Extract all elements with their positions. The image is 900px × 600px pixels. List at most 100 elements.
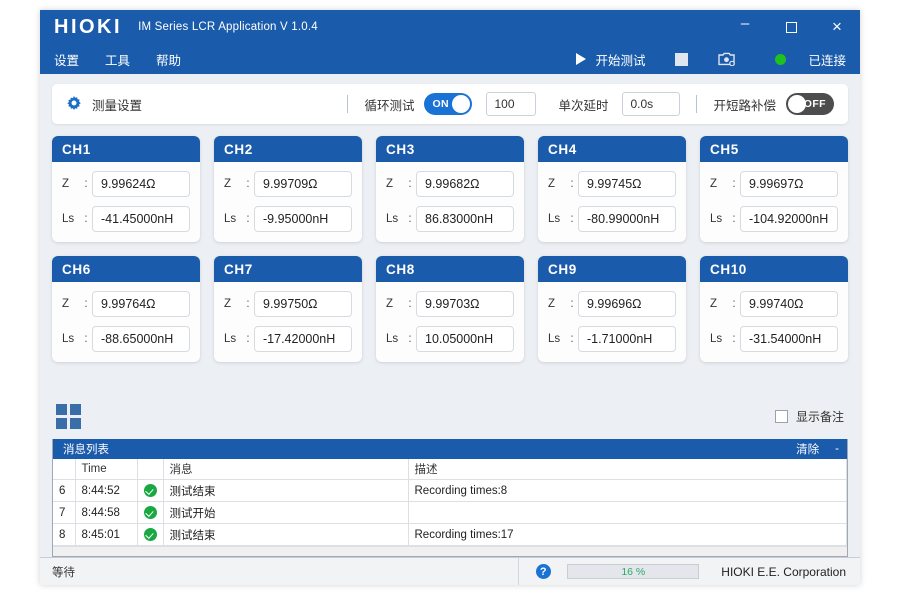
- channel-card-ch1[interactable]: CH1 Z : 9.99624Ω Ls : -41.45000nH: [52, 136, 200, 242]
- colon: :: [728, 178, 740, 190]
- channel-card-ch3[interactable]: CH3 Z : 9.99682Ω Ls : 86.83000nH: [376, 136, 524, 242]
- ls-value: -88.65000nH: [92, 326, 190, 352]
- row-time: 8:44:58: [75, 502, 137, 524]
- channel-card-ch5[interactable]: CH5 Z : 9.99697Ω Ls : -104.92000nH: [700, 136, 848, 242]
- channel-card-ch6[interactable]: CH6 Z : 9.99764Ω Ls : -88.65000nH: [52, 256, 200, 362]
- colon: :: [566, 298, 578, 310]
- channel-title: CH2: [214, 136, 362, 162]
- menu-help[interactable]: 帮助: [156, 50, 181, 69]
- toggle-knob: [788, 95, 806, 113]
- row-description: Recording times:8: [408, 480, 847, 502]
- cycle-count-input[interactable]: 100: [486, 92, 536, 116]
- message-list-title: 消息列表: [63, 441, 109, 457]
- compensation-toggle[interactable]: OFF: [786, 93, 834, 115]
- progress-label: 16 %: [568, 565, 698, 578]
- check-circle-icon: [144, 528, 157, 541]
- channel-card-ch8[interactable]: CH8 Z : 9.99703Ω Ls : 10.05000nH: [376, 256, 524, 362]
- table-row[interactable]: 8 8:45:01 测试结束 Recording times:17: [53, 524, 847, 546]
- collapse-panel-button[interactable]: -: [835, 443, 839, 455]
- colon: :: [80, 178, 92, 190]
- ls-label: Ls: [386, 213, 404, 225]
- menu-bar-actions: 开始测试 已连接: [576, 44, 846, 74]
- z-label: Z: [224, 178, 242, 190]
- ls-value: -1.71000nH: [578, 326, 676, 352]
- channel-z-line: Z : 9.99682Ω: [376, 162, 524, 197]
- colon: :: [242, 213, 254, 225]
- channel-card-ch9[interactable]: CH9 Z : 9.99696Ω Ls : -1.71000nH: [538, 256, 686, 362]
- maximize-button[interactable]: [768, 10, 814, 44]
- minimize-button[interactable]: –: [722, 10, 768, 44]
- channel-ls-line: Ls : 10.05000nH: [376, 317, 524, 352]
- channel-card-ch4[interactable]: CH4 Z : 9.99745Ω Ls : -80.99000nH: [538, 136, 686, 242]
- title-bar: HIOKI IM Series LCR Application V 1.0.4 …: [40, 10, 860, 44]
- row-message: 测试结束: [163, 524, 408, 546]
- check-circle-icon: [144, 484, 157, 497]
- menu-settings[interactable]: 设置: [54, 50, 79, 69]
- channel-card-ch7[interactable]: CH7 Z : 9.99750Ω Ls : -17.42000nH: [214, 256, 362, 362]
- message-list-header: 消息列表 清除 -: [53, 439, 847, 459]
- ls-label: Ls: [224, 333, 242, 345]
- message-table-head: Time 消息 描述: [53, 459, 847, 480]
- menu-bar: 设置 工具 帮助 开始测试 已连接: [40, 44, 860, 74]
- gear-icon[interactable]: [66, 96, 82, 112]
- channel-z-line: Z : 9.99740Ω: [700, 282, 848, 317]
- z-label: Z: [710, 298, 728, 310]
- ls-label: Ls: [386, 333, 404, 345]
- clear-messages-button[interactable]: 清除: [796, 441, 819, 457]
- channel-ls-line: Ls : -104.92000nH: [700, 197, 848, 232]
- close-button[interactable]: ×: [814, 10, 860, 44]
- table-row[interactable]: 7 8:44:58 测试开始: [53, 502, 847, 524]
- z-label: Z: [548, 178, 566, 190]
- row-status: [137, 502, 163, 524]
- row-index: 6: [53, 480, 75, 502]
- menu-tools[interactable]: 工具: [105, 50, 130, 69]
- channel-card-ch2[interactable]: CH2 Z : 9.99709Ω Ls : -9.95000nH: [214, 136, 362, 242]
- row-time: 8:45:01: [75, 524, 137, 546]
- z-value: 9.99682Ω: [416, 171, 514, 197]
- table-row[interactable]: 6 8:44:52 测试结束 Recording times:8: [53, 480, 847, 502]
- message-list-panel: 消息列表 清除 - Time 消息 描述 6: [52, 439, 848, 558]
- status-state-label: 等待: [40, 558, 519, 585]
- divider-2: [696, 95, 697, 113]
- channel-z-line: Z : 9.99696Ω: [538, 282, 686, 317]
- ls-label: Ls: [710, 213, 728, 225]
- z-value: 9.99696Ω: [578, 291, 676, 317]
- row-index: 7: [53, 502, 75, 524]
- corporation-label: HIOKI E.E. Corporation: [721, 565, 850, 579]
- channel-card-ch10[interactable]: CH10 Z : 9.99740Ω Ls : -31.54000nH: [700, 256, 848, 362]
- help-button[interactable]: ?: [531, 563, 555, 581]
- application-window: HIOKI IM Series LCR Application V 1.0.4 …: [40, 10, 860, 585]
- horizontal-scrollbar[interactable]: [53, 546, 847, 556]
- channel-z-line: Z : 9.99745Ω: [538, 162, 686, 197]
- z-value: 9.99764Ω: [92, 291, 190, 317]
- z-value: 9.99697Ω: [740, 171, 838, 197]
- start-test-button[interactable]: 开始测试: [595, 50, 645, 69]
- channel-ls-line: Ls : -17.42000nH: [214, 317, 362, 352]
- colon: :: [80, 298, 92, 310]
- ls-value: -31.54000nH: [740, 326, 838, 352]
- channel-title: CH7: [214, 256, 362, 282]
- screenshot-icon[interactable]: [718, 52, 735, 66]
- row-time: 8:44:52: [75, 480, 137, 502]
- row-status: [137, 480, 163, 502]
- channel-ls-line: Ls : -88.65000nH: [52, 317, 200, 352]
- channel-ls-line: Ls : -80.99000nH: [538, 197, 686, 232]
- cycle-test-toggle[interactable]: ON: [424, 93, 472, 115]
- colon: :: [566, 178, 578, 190]
- compensation-toggle-label: OFF: [804, 98, 826, 110]
- z-value: 9.99624Ω: [92, 171, 190, 197]
- show-memo-checkbox[interactable]: 显示备注: [775, 408, 844, 425]
- stop-icon[interactable]: [675, 53, 688, 66]
- single-delay-input[interactable]: 0.0s: [622, 92, 680, 116]
- grid-view-icon[interactable]: [56, 404, 81, 429]
- cycle-test-label: 循环测试: [364, 95, 414, 114]
- ls-label: Ls: [548, 333, 566, 345]
- compensation-label: 开短路补偿: [713, 95, 776, 114]
- z-value: 9.99703Ω: [416, 291, 514, 317]
- z-label: Z: [386, 298, 404, 310]
- play-icon[interactable]: [576, 53, 586, 65]
- ls-value: 10.05000nH: [416, 326, 514, 352]
- measurement-settings-bar: 测量设置 循环测试 ON 100 单次延时 0.0s 开短路补偿 OFF: [52, 84, 848, 124]
- channel-title: CH1: [52, 136, 200, 162]
- colon: :: [80, 213, 92, 225]
